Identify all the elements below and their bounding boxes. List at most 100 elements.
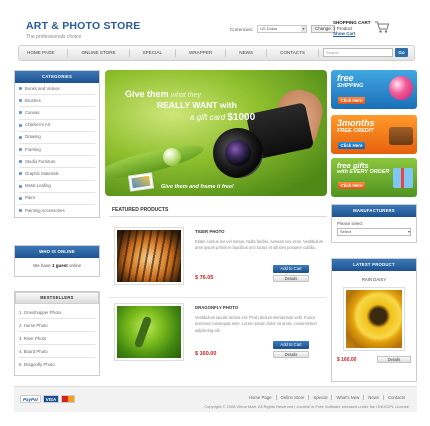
promo-click-button[interactable]: Click Here [338, 142, 365, 149]
nav-news[interactable]: NEWS [226, 49, 268, 57]
bestseller-item[interactable]: 4. Board Photo [19, 345, 95, 358]
cart-icon[interactable] [374, 20, 390, 34]
product-card: TIGER PHOTO Etiam cursus leo vel metus. … [111, 225, 325, 297]
promo-title: 3months [337, 118, 375, 128]
promo-free-credit[interactable]: 3months FREE CREDIT Click Here [331, 115, 417, 154]
bestseller-item[interactable]: 1. Grasshopper Photo [19, 306, 95, 319]
promo-click-button[interactable]: Click Here [338, 97, 365, 104]
bestsellers-title: BESTSELLERS [15, 292, 99, 304]
details-button[interactable]: Details [377, 356, 411, 363]
bestseller-item[interactable]: 2. Horse Photo [19, 319, 95, 332]
product-name[interactable]: DRAGONFLY PHOTO [195, 305, 238, 310]
footer-link-news[interactable]: News [364, 395, 385, 400]
nav-special[interactable]: SPECIAL [130, 49, 177, 57]
search-form: Search Go [323, 48, 408, 57]
product-name[interactable]: TIGER PHOTO [195, 229, 225, 234]
nav-wrapper[interactable]: WRAPPER [176, 49, 227, 57]
bullet-icon [19, 135, 22, 139]
promo-subtitle: with EVERY ORDER [337, 169, 390, 175]
store-title: ART & PHOTO STORE [26, 20, 141, 32]
category-item[interactable]: Paint [19, 193, 95, 205]
category-item[interactable]: Books and Videos [19, 83, 95, 96]
search-input[interactable]: Search [323, 48, 393, 57]
bullet-icon [19, 172, 22, 176]
nav-home[interactable]: HOME PAGE [19, 49, 69, 57]
banner-headline: Give them what they [125, 89, 201, 99]
divider [109, 216, 327, 217]
gift-box-icon [393, 168, 413, 188]
latest-product-title: LATEST PRODUCT [332, 259, 416, 271]
add-to-cart-button[interactable]: Add to Cart [273, 341, 309, 349]
footer-links: Home Page Online Store Special What's Ne… [245, 395, 409, 400]
store-logo[interactable]: ART & PHOTO STORE The professionals choi… [26, 20, 140, 40]
category-item[interactable]: Graphic Materials [19, 168, 95, 181]
category-item[interactable]: Metal Leafing [19, 181, 95, 193]
promo-click-button[interactable]: Click Here [338, 182, 365, 189]
category-item[interactable]: Brushes [19, 95, 95, 108]
category-item[interactable]: Canvas [19, 107, 95, 120]
who-online-box: WHO IS ONLINE We have 1 guest online [14, 245, 100, 277]
latest-product-box: LATEST PRODUCT RAIN DAISY $ 160.00 Detai… [331, 258, 417, 382]
bullet-icon [19, 111, 22, 115]
manufacturer-select[interactable]: Select ▾ [337, 228, 411, 236]
footer-link-home[interactable]: Home Page [245, 395, 277, 400]
change-currency-button[interactable]: Change [311, 25, 335, 33]
shopping-cart[interactable]: SHOPPING CART 1 Product Show Cart [333, 20, 390, 37]
bullet-icon [19, 184, 22, 188]
bullet-icon [19, 148, 22, 152]
footer-link-whats-new[interactable]: What's New [332, 395, 365, 400]
product-image[interactable] [114, 227, 184, 285]
footer-link-contacts[interactable]: Contacts [384, 395, 409, 400]
bullet-icon [19, 209, 22, 213]
divider [109, 297, 327, 298]
mastercard-icon [61, 395, 76, 403]
categories-box: CATEGORIES Books and Videos Brushes Canv… [14, 70, 100, 219]
latest-product-name[interactable]: RAIN DAISY [332, 277, 416, 282]
visa-icon: VISA [42, 395, 60, 403]
gift-card-banner[interactable]: Give them what they REALLY WANT with a g… [105, 70, 327, 196]
promo-subtitle: FREE CREDIT [337, 128, 374, 134]
product-image[interactable] [114, 303, 184, 361]
store-tagline: The professionals choice [26, 34, 82, 40]
promo-title: free [337, 73, 354, 83]
nav-contacts[interactable]: CONTACTS [267, 49, 319, 57]
currency-select[interactable]: US Dollar ▾ [257, 25, 308, 33]
chevron-down-icon: ▾ [301, 26, 307, 32]
show-cart-link[interactable]: Show Cart [333, 31, 371, 37]
details-button[interactable]: Details [273, 275, 309, 282]
promo-free-shipping[interactable]: free SHIPPING Click Here [331, 70, 417, 109]
bullet-icon [19, 160, 22, 164]
category-item[interactable]: Children's Art [19, 120, 95, 132]
manufacturers-box: MANUFACTURERS Please select Select ▾ [331, 204, 417, 243]
footer-link-online-store[interactable]: Online Store [277, 395, 310, 400]
category-item[interactable]: Painting Accessories [19, 205, 95, 217]
category-item[interactable]: Framing [19, 144, 95, 157]
product-description: Vestibulum iaculis lacinia est. Proin di… [195, 315, 317, 333]
bestseller-item[interactable]: 5. Dragonfly Photo [19, 358, 95, 371]
cart-title: SHOPPING CART [333, 20, 371, 25]
promo-free-gifts[interactable]: free gifts with EVERY ORDER Click Here [331, 158, 417, 197]
category-item[interactable]: Drawing [19, 132, 95, 144]
banner-subheadline: REALLY WANT with [157, 100, 237, 110]
nav-online-store[interactable]: ONLINE STORE [68, 49, 130, 57]
copyright-text: Copyright © 2008 Virtue Mart. All Rights… [204, 404, 409, 409]
bestseller-item[interactable]: 3. River Photo [19, 332, 95, 345]
footer-link-special[interactable]: Special [309, 395, 333, 400]
briefcase-icon [389, 127, 413, 145]
leaf-image [105, 138, 206, 186]
add-to-cart-button[interactable]: Add to Cart [273, 265, 309, 273]
currency-label: Currencies: [230, 26, 254, 32]
photo-prints-image [128, 172, 154, 192]
bestsellers-box: BESTSELLERS 1. Grasshopper Photo 2. Hors… [14, 291, 100, 376]
latest-product-image[interactable] [343, 287, 405, 351]
promo-subtitle: SHIPPING [337, 83, 364, 89]
search-go-button[interactable]: Go [395, 48, 408, 57]
details-button[interactable]: Details [273, 351, 309, 358]
payment-methods: PayPal VISA [20, 395, 76, 403]
featured-products-title: FEATURED PRODUCTS [112, 207, 169, 213]
main-navigation: HOME PAGE ONLINE STORE SPECIAL WRAPPER N… [18, 45, 415, 61]
banner-footer-text: Give them and frame it free! [161, 184, 234, 190]
latest-product-price: $ 160.00 [337, 356, 357, 363]
category-item[interactable]: Studio Furniture [19, 156, 95, 169]
bullet-icon [19, 99, 22, 103]
